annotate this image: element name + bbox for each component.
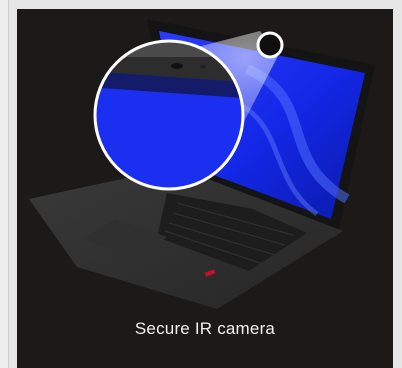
feature-card: Secure IR camera xyxy=(17,9,393,368)
feature-caption: Secure IR camera xyxy=(134,319,276,338)
left-scroll-edge xyxy=(0,0,9,368)
page-frame: Secure IR camera xyxy=(0,0,402,368)
laptop-with-magnified-camera-icon xyxy=(29,19,375,309)
